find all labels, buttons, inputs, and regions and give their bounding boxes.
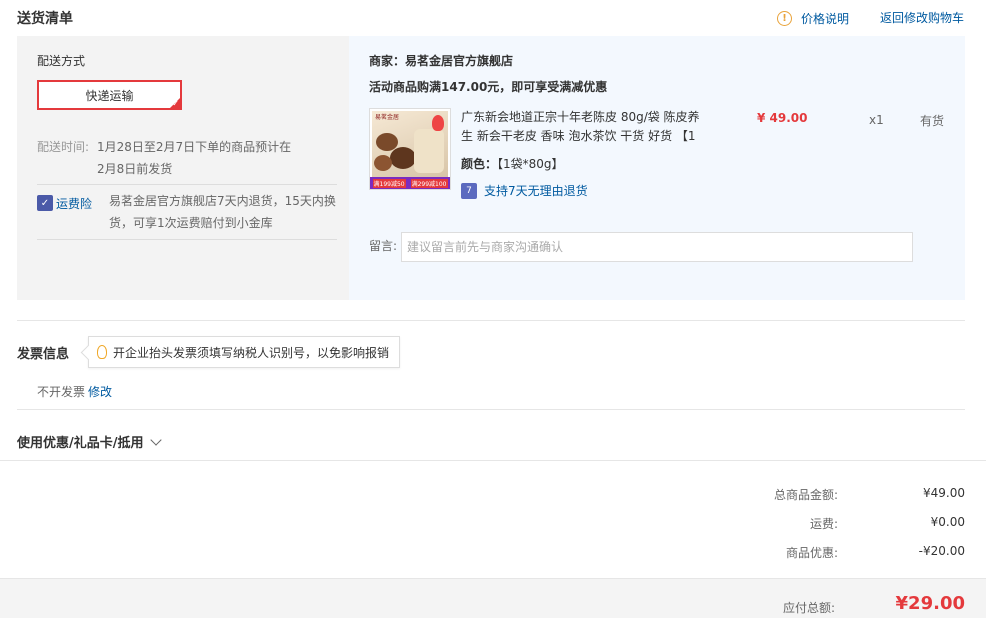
product-color-label: 颜色： <box>461 157 498 171</box>
return-icon: 7 <box>461 182 477 199</box>
shipping-method-text: 快递运输 <box>85 88 134 103</box>
divider <box>37 184 337 185</box>
summary-shipping: 运费: ¥0.00 <box>700 515 965 535</box>
shipping-method-option[interactable]: 快递运输 ✓ <box>37 80 182 110</box>
chevron-down-icon <box>149 433 162 446</box>
warning-icon: ! <box>777 11 792 26</box>
shipping-time-label: 配送时间: <box>37 140 90 154</box>
summary-discount-label: 商品优惠: <box>785 546 838 560</box>
divider <box>37 239 337 240</box>
product-image-shape <box>390 147 416 169</box>
divider <box>0 460 986 461</box>
divider <box>17 320 965 321</box>
insurance-link[interactable]: 运费险 <box>56 195 92 212</box>
summary-shipping-label: 运费: <box>809 517 838 531</box>
message-input[interactable] <box>401 232 913 262</box>
product-name-link[interactable]: 广东新会地道正宗十年老陈皮 80g/袋 陈皮养生 新会干老皮 香味 泡水茶饮 干… <box>461 108 701 148</box>
product-color-value: 【1袋*80g】 <box>497 157 564 171</box>
lightbulb-icon <box>97 345 107 359</box>
amount-due-label: 应付总额: <box>783 601 836 615</box>
thumb-promo-1: 满199减50 <box>372 178 406 188</box>
shipping-time-value: 1月28日至2月7日下单的商品预计在2月8日前发货 <box>97 140 292 176</box>
thumb-promo-2: 满299减100 <box>410 178 448 188</box>
product-image: 易茗金居 <box>372 111 448 177</box>
product-image-shape <box>414 129 444 173</box>
shield-icon: ✓ <box>37 195 53 211</box>
invoice-tip: 开企业抬头发票须填写纳税人识别号，以免影响报销 <box>88 336 401 368</box>
invoice-edit-link[interactable]: 修改 <box>88 383 112 400</box>
product-color: 颜色：【1袋*80g】 <box>461 155 564 172</box>
insurance-description: 易茗金居官方旗舰店7天内退货，15天内换货，可享1次运费赔付到小金库 <box>109 194 336 230</box>
coupon-label: 使用优惠/礼品卡/抵用 <box>17 436 144 451</box>
message-label: 留言: <box>369 239 398 253</box>
thumb-promo-strip: 满199减50 满299减100 <box>370 177 450 189</box>
product-price: ¥ 49.00 <box>757 111 808 125</box>
merchant-name: 商家：易茗金居官方旗舰店 <box>369 54 514 68</box>
summary-total: 总商品金额: ¥49.00 <box>700 486 965 506</box>
shipping-time: 配送时间: 1月28日至2月7日下单的商品预计在2月8日前发货 <box>37 136 337 176</box>
product-stock: 有货 <box>920 114 945 128</box>
product-thumbnail[interactable]: 易茗金居 满199减50 满299减100 <box>369 108 451 190</box>
product-quantity: x1 <box>869 113 884 127</box>
summary-total-value: ¥49.00 <box>923 486 965 500</box>
amount-due-value: ¥29.00 <box>895 593 965 614</box>
check-icon: ✓ <box>172 99 179 108</box>
price-note-link[interactable]: ! 价格说明 <box>777 10 849 27</box>
return-policy-label: 支持7天无理由退货 <box>484 184 588 198</box>
thumb-brand: 易茗金居 <box>375 114 400 121</box>
invoice-status: 不开发票 <box>37 385 86 399</box>
coupon-toggle[interactable]: 使用优惠/礼品卡/抵用 <box>17 432 162 451</box>
summary-shipping-value: ¥0.00 <box>930 515 965 529</box>
shipping-method-label: 配送方式 <box>37 54 86 68</box>
flame-icon <box>432 115 444 131</box>
summary-discount-value: -¥20.00 <box>918 544 965 558</box>
invoice-tip-text: 开企业抬头发票须填写纳税人识别号，以免影响报销 <box>113 345 390 360</box>
summary-discount: 商品优惠: -¥20.00 <box>700 544 965 564</box>
delivery-list-title: 送货清单 <box>17 11 73 27</box>
invoice-title: 发票信息 <box>17 347 70 362</box>
footer-bar <box>0 578 986 618</box>
divider <box>17 409 965 410</box>
summary-total-label: 总商品金额: <box>773 488 838 502</box>
product-image-shape <box>374 155 392 171</box>
promo-text: 活动商品购满147.00元，即可享受满减优惠 <box>369 80 608 94</box>
back-to-cart-link[interactable]: 返回修改购物车 <box>880 9 964 26</box>
price-note-label: 价格说明 <box>801 12 850 26</box>
return-policy[interactable]: 7 支持7天无理由退货 <box>461 182 588 199</box>
